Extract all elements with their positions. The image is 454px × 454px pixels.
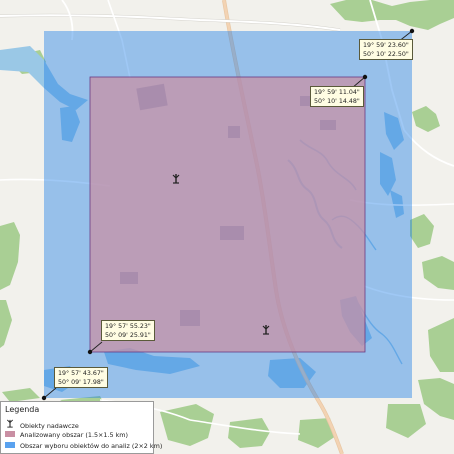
coord-lat: 50° 09' 17.98" <box>58 379 104 386</box>
legend-item-analyzed-area: Analizowany obszar (1.5×1.5 km) <box>5 430 128 440</box>
coord-lat: 50° 10' 22.50" <box>363 51 409 58</box>
coord-lon: 19° 59' 23.60" <box>363 42 409 49</box>
coord-lat: 50° 09' 25.91" <box>105 332 151 339</box>
analyzed-area-1.5x1.5km <box>89 76 366 353</box>
legend-swatch <box>5 431 15 437</box>
legend-item-selection-area: Obszar wyboru obiektów do analiz (2×2 km… <box>5 441 162 451</box>
legend-item-transmitters: Obiekty nadawcze <box>5 419 79 430</box>
map-legend: Legenda Obiekty nadawcze Analizowany obs… <box>0 401 162 454</box>
legend-label: Analizowany obszar (1.5×1.5 km) <box>20 431 129 439</box>
coord-lon: 19° 57' 43.67" <box>58 370 104 377</box>
coord-label-inner-ne: 19° 59' 11.04" 50° 10' 14.48" <box>310 86 364 107</box>
coord-label-inner-sw: 19° 57' 55.23" 50° 09' 25.91" <box>101 320 155 341</box>
coord-lon: 19° 59' 11.04" <box>314 89 360 96</box>
legend-label: Obiekty nadawcze <box>20 422 79 430</box>
coord-label-outer-ne: 19° 59' 23.60" 50° 10' 22.50" <box>359 39 413 60</box>
coord-label-outer-sw: 19° 57' 43.67" 50° 09' 17.98" <box>54 367 108 388</box>
coord-lon: 19° 57' 55.23" <box>105 323 151 330</box>
legend-title: Legenda <box>5 405 40 414</box>
legend-label: Obszar wyboru obiektów do analiz (2×2 km… <box>20 442 163 450</box>
coord-lat: 50° 10' 14.48" <box>314 98 360 105</box>
legend-swatch <box>5 442 15 448</box>
